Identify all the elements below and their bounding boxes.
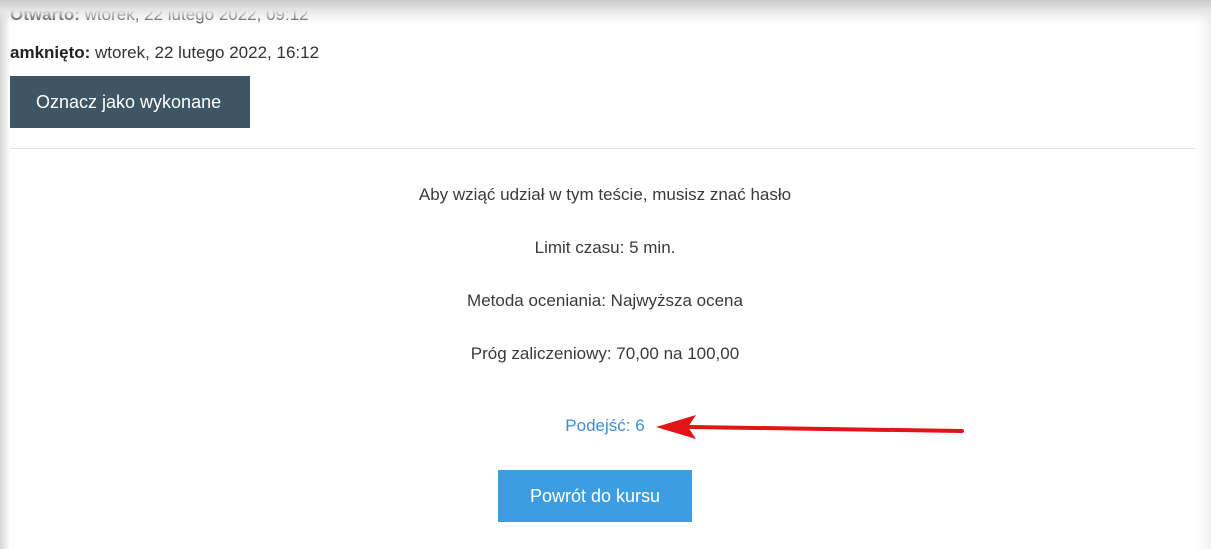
red-arrow-left-icon [656,415,964,439]
opened-value: wtorek, 22 lutego 2022, 09:12 [84,5,309,24]
quiz-dates: Otwarto: wtorek, 22 lutego 2022, 09:12 a… [10,5,319,72]
opened-date-row: Otwarto: wtorek, 22 lutego 2022, 09:12 [10,0,319,34]
closed-label: amknięto: [10,43,91,62]
closed-value: wtorek, 22 lutego 2022, 16:12 [95,43,320,62]
password-notice: Aby wziąć udział w tym teście, musisz zn… [418,185,792,204]
divider [10,148,1195,149]
attempts-link[interactable]: Podejść: 6 [10,416,1200,436]
time-limit: Limit czasu: 5 min. [534,238,676,257]
right-edge [1197,0,1211,549]
quiz-page: Otwarto: wtorek, 22 lutego 2022, 09:12 a… [0,0,1211,549]
back-to-course-button[interactable]: Powrót do kursu [498,470,692,522]
grading-method: Metoda oceniania: Najwyższa ocena [467,291,743,310]
pass-threshold: Próg zaliczeniowy: 70,00 na 100,00 [470,344,740,363]
mark-as-done-button[interactable]: Oznacz jako wykonane [10,76,250,128]
left-edge [0,0,10,549]
opened-label: Otwarto: [10,5,80,24]
closed-date-row: amknięto: wtorek, 22 lutego 2022, 16:12 [10,34,319,72]
